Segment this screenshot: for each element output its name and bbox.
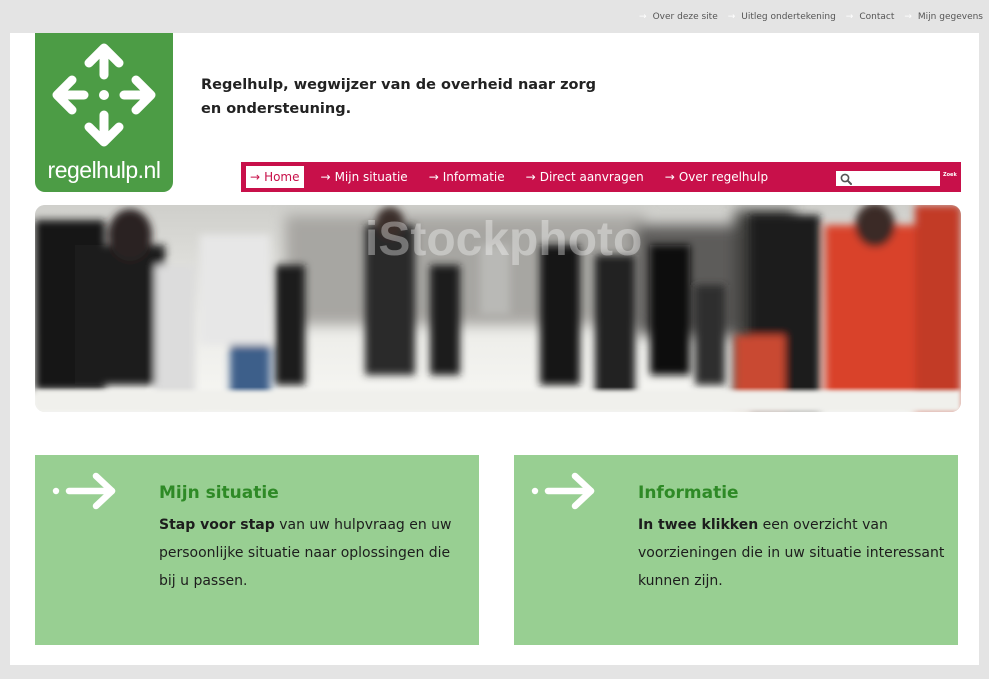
card-title: Mijn situatie (159, 483, 279, 503)
nav-item-direct-aanvragen[interactable]: → Direct aanvragen (522, 166, 648, 188)
top-link-uitleg-ondertekening[interactable]: → Uitleg ondertekening (728, 12, 836, 22)
nav-item-home[interactable]: → Home (246, 166, 304, 188)
card-mijn-situatie[interactable]: Mijn situatie Stap voor stap van uw hulp… (35, 455, 479, 645)
card-emphasis: In twee klikken (638, 517, 759, 533)
top-link-mijn-gegevens[interactable]: → Mijn gegevens (904, 12, 983, 22)
arrow-right-icon (531, 472, 595, 510)
watermark-text: iStockphoto (365, 213, 642, 266)
top-utility-bar: → Over deze site → Uitleg ondertekening … (0, 0, 989, 33)
arrow-right-icon: → (904, 11, 912, 22)
direction-arrows-icon (52, 43, 156, 147)
card-informatie[interactable]: Informatie In twee klikken een overzicht… (514, 455, 958, 645)
site-logo[interactable]: regelhulp.nl (35, 33, 173, 192)
top-link-label: Mijn gegevens (917, 11, 983, 22)
crowd-photo: iStockphoto (35, 205, 961, 412)
site-tagline: Regelhulp, wegwijzer van de overheid naa… (201, 73, 621, 121)
card-description: In twee klikken een overzicht van voorzi… (638, 511, 948, 595)
arrow-right-icon: → (664, 170, 675, 184)
arrow-right-icon: → (525, 170, 536, 184)
top-link-over-deze-site[interactable]: → Over deze site (639, 12, 718, 22)
arrow-right-icon: → (845, 11, 854, 22)
arrow-right-icon: → (428, 170, 439, 184)
tagline-line-2: en ondersteuning. (201, 101, 352, 117)
nav-item-label: Direct aanvragen (539, 170, 644, 184)
arrow-right-icon: → (639, 11, 647, 22)
tagline-line-1: Regelhulp, wegwijzer van de overheid naa… (201, 77, 596, 93)
nav-item-label: Mijn situatie (334, 170, 408, 184)
arrow-right-icon: → (320, 170, 331, 184)
top-link-label: Contact (859, 11, 895, 22)
top-link-contact[interactable]: → Contact (846, 12, 895, 22)
nav-item-label: Over regelhulp (678, 170, 769, 184)
arrow-right-icon: → (727, 11, 736, 22)
search-icon (840, 173, 852, 185)
card-emphasis: Stap voor stap (159, 517, 275, 533)
card-title: Informatie (638, 483, 739, 503)
nav-item-informatie[interactable]: → Informatie (425, 166, 509, 188)
search-button[interactable]: Zoek (943, 172, 957, 178)
top-link-label: Over deze site (652, 11, 718, 22)
card-description: Stap voor stap van uw hulpvraag en uw pe… (159, 511, 469, 595)
search-box: Zoek (831, 162, 961, 192)
nav-item-label: Home (264, 170, 300, 184)
logo-text: regelhulp.nl (47, 157, 161, 183)
nav-item-over-regelhulp[interactable]: → Over regelhulp (661, 166, 772, 188)
hero-image: iStockphoto (35, 205, 961, 412)
top-link-label: Uitleg ondertekening (741, 11, 836, 22)
nav-item-label: Informatie (442, 170, 505, 184)
nav-item-mijn-situatie[interactable]: → Mijn situatie (317, 166, 412, 188)
arrow-right-icon: → (250, 170, 261, 184)
page-container: regelhulp.nl Regelhulp, wegwijzer van de… (10, 33, 979, 665)
main-navigation: → Home → Mijn situatie → Informatie → Di… (241, 162, 831, 192)
arrow-right-icon (52, 472, 116, 510)
